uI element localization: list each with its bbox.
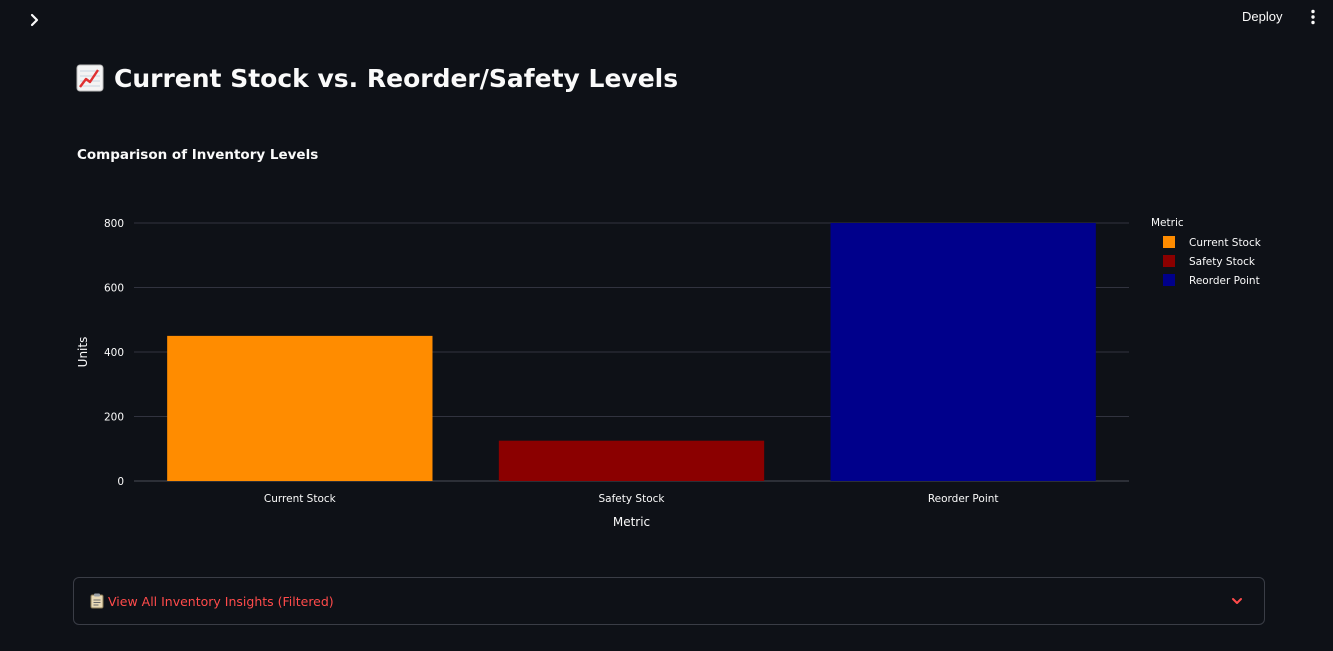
app-root: Deploy Current Stock vs. Reorder/Safety … (0, 0, 1333, 651)
y-axis-title: Units (76, 337, 90, 368)
y-tick-label: 200 (104, 412, 124, 424)
y-tick-label: 400 (104, 347, 124, 359)
legend-label: Current Stock (1189, 237, 1262, 249)
chevron-down-icon (1230, 594, 1244, 608)
x-tick-label: Safety Stock (599, 493, 666, 505)
y-tick-label: 800 (104, 218, 124, 230)
legend-title: Metric (1151, 217, 1184, 229)
expander-label: View All Inventory Insights (Filtered) (108, 593, 334, 609)
bar-safety-stock (498, 440, 765, 481)
legend-label: Reorder Point (1189, 275, 1260, 287)
bar-chart: 0 200 400 600 800 Current Stock Safety Stock Re… (76, 217, 1262, 529)
x-tick-label: Reorder Point (928, 493, 999, 505)
clipboard-icon (90, 593, 104, 609)
x-axis-title: Metric (613, 515, 650, 529)
legend-swatch (1163, 274, 1175, 286)
legend-label: Safety Stock (1189, 256, 1256, 268)
x-tick-label: Current Stock (264, 493, 337, 505)
bar-current-stock (167, 335, 433, 481)
legend-swatch (1163, 255, 1175, 267)
bar-reorder-point (830, 223, 1096, 481)
y-tick-label: 600 (104, 283, 124, 295)
inventory-insights-expander[interactable]: View All Inventory Insights (Filtered) (73, 577, 1265, 625)
y-tick-label: 0 (117, 476, 124, 488)
legend-swatch (1163, 236, 1175, 248)
